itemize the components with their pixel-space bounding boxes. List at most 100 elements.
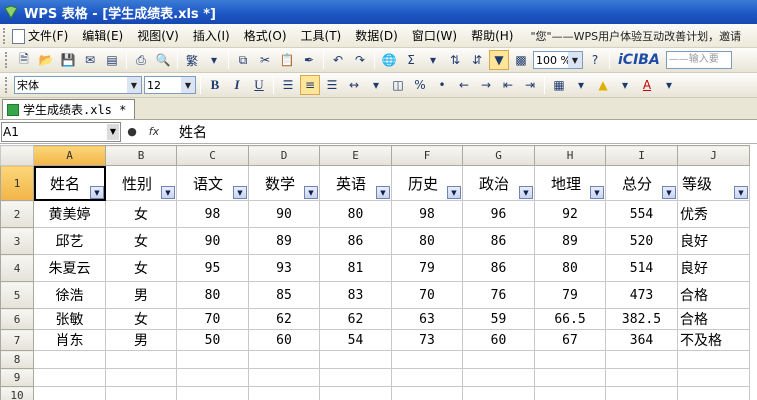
increase-decimal-icon[interactable]: ← [454, 75, 474, 95]
menu-grip[interactable] [3, 27, 7, 44]
column-header-h[interactable]: H [534, 145, 606, 166]
column-header-e[interactable]: E [319, 145, 392, 166]
cell[interactable]: 93 [248, 254, 320, 282]
chevron-down-icon[interactable]: ▼ [127, 77, 141, 93]
toolbar-grip[interactable] [5, 77, 9, 93]
header-cell-math[interactable]: 数学 ▼ [248, 165, 320, 201]
cell[interactable] [677, 350, 750, 369]
underline-button[interactable]: U [249, 75, 269, 95]
cell[interactable] [105, 386, 177, 400]
header-cell-english[interactable]: 英语 ▼ [319, 165, 392, 201]
menu-help[interactable]: 帮助(H) [464, 26, 520, 46]
select-all-corner[interactable] [0, 145, 34, 166]
dropdown-arrow-icon[interactable]: ▾ [571, 75, 591, 95]
filter-dropdown-icon[interactable]: ▼ [734, 186, 748, 199]
cell[interactable] [176, 350, 249, 369]
column-header-i[interactable]: I [605, 145, 678, 166]
cell[interactable]: 514 [605, 254, 678, 282]
cell[interactable] [33, 350, 106, 369]
toolbar-grip[interactable] [5, 52, 9, 68]
thousands-icon[interactable]: • [432, 75, 452, 95]
cell[interactable]: 不及格 [677, 329, 750, 351]
cell[interactable]: 60 [462, 329, 535, 351]
menu-insert[interactable]: 插入(I) [186, 26, 237, 46]
cell[interactable]: 364 [605, 329, 678, 351]
cell[interactable]: 54 [319, 329, 392, 351]
row-header[interactable]: 5 [0, 281, 34, 309]
cell[interactable]: 86 [462, 254, 535, 282]
cell[interactable]: 79 [391, 254, 463, 282]
menu-file[interactable]: 文件(F) [10, 26, 75, 46]
paste-icon[interactable]: 📋 [277, 50, 297, 70]
copy-icon[interactable]: ⧉ [233, 50, 253, 70]
cell[interactable]: 62 [319, 308, 392, 330]
column-header-b[interactable]: B [105, 145, 177, 166]
cell[interactable]: 83 [319, 281, 392, 309]
cell[interactable]: 肖东 [33, 329, 106, 351]
cell[interactable] [677, 386, 750, 400]
cell[interactable]: 女 [105, 200, 177, 228]
cell[interactable]: 合格 [677, 281, 750, 309]
filter-dropdown-icon[interactable]: ▼ [662, 186, 676, 199]
align-left-icon[interactable]: ☰ [278, 75, 298, 95]
mail-icon[interactable]: ✉ [80, 50, 100, 70]
cell[interactable]: 79 [534, 281, 606, 309]
indent-icon[interactable]: ⇥ [520, 75, 540, 95]
dropdown-arrow-icon[interactable]: ▾ [423, 50, 443, 70]
fx-button[interactable]: fx [143, 125, 165, 138]
cell[interactable] [105, 350, 177, 369]
cell[interactable] [605, 368, 678, 387]
chevron-down-icon[interactable]: ▼ [568, 52, 582, 68]
cell[interactable]: 80 [176, 281, 249, 309]
document-tab[interactable]: 学生成绩表.xls * [2, 99, 136, 119]
open-folder-icon[interactable]: 📂 [36, 50, 56, 70]
cell[interactable]: 90 [248, 200, 320, 228]
undo-icon[interactable]: ↶ [328, 50, 348, 70]
filter-dropdown-icon[interactable]: ▼ [590, 186, 604, 199]
italic-button[interactable]: I [227, 75, 247, 95]
cell[interactable]: 81 [319, 254, 392, 282]
iciba-logo[interactable]: iCIBA [614, 52, 664, 68]
cell[interactable]: 59 [462, 308, 535, 330]
cell[interactable]: 良好 [677, 254, 750, 282]
cell[interactable]: 90 [176, 227, 249, 255]
cell[interactable] [534, 368, 606, 387]
cell[interactable]: 60 [248, 329, 320, 351]
row-header[interactable]: 9 [0, 368, 34, 387]
cell[interactable] [248, 386, 320, 400]
outdent-icon[interactable]: ⇤ [498, 75, 518, 95]
cell[interactable]: 50 [176, 329, 249, 351]
menu-tools[interactable]: 工具(T) [294, 26, 349, 46]
cell[interactable]: 70 [391, 281, 463, 309]
row-header[interactable]: 2 [0, 200, 34, 228]
cell[interactable] [105, 368, 177, 387]
format-painter-icon[interactable]: ✒ [299, 50, 319, 70]
header-cell-gender[interactable]: 性别 ▼ [105, 165, 177, 201]
cell[interactable] [534, 350, 606, 369]
cell[interactable] [248, 350, 320, 369]
header-cell-total[interactable]: 总分 ▼ [605, 165, 678, 201]
cell[interactable] [391, 368, 463, 387]
filter-dropdown-icon[interactable]: ▼ [447, 186, 461, 199]
menu-data[interactable]: 数据(D) [348, 26, 405, 46]
cell[interactable]: 张敏 [33, 308, 106, 330]
row-header[interactable]: 8 [0, 350, 34, 369]
cell[interactable] [33, 386, 106, 400]
sort-desc-icon[interactable]: ⇵ [467, 50, 487, 70]
percent-button[interactable]: % [410, 75, 430, 95]
cell[interactable]: 67 [534, 329, 606, 351]
header-cell-grade[interactable]: 等级 ▼ [677, 165, 750, 201]
cell[interactable]: 80 [391, 227, 463, 255]
filter-dropdown-icon[interactable]: ▼ [90, 186, 104, 199]
merge-center-icon[interactable]: ↔ [344, 75, 364, 95]
traditional-chinese-icon[interactable]: 繁 [182, 50, 202, 70]
align-right-icon[interactable]: ☰ [322, 75, 342, 95]
header-cell-politics[interactable]: 政治 ▼ [462, 165, 535, 201]
header-cell-geography[interactable]: 地理 ▼ [534, 165, 606, 201]
cell[interactable]: 80 [534, 254, 606, 282]
cell[interactable]: 89 [534, 227, 606, 255]
cell[interactable] [605, 350, 678, 369]
cell[interactable]: 95 [176, 254, 249, 282]
name-box[interactable]: A1 ▼ [1, 121, 121, 142]
font-color-icon[interactable]: A [637, 75, 657, 95]
